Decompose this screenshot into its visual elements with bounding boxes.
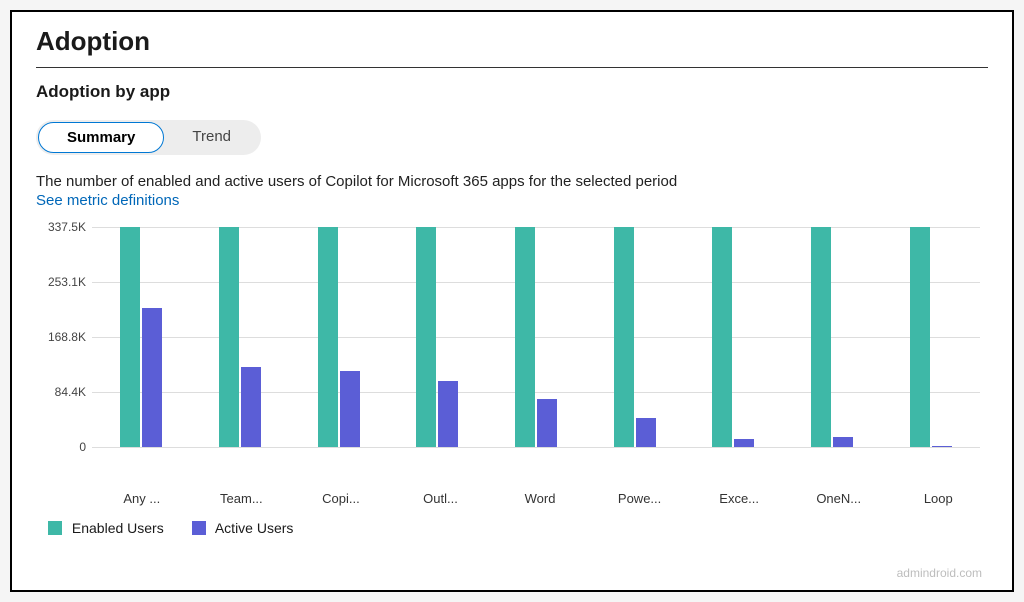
legend-active-label: Active Users bbox=[215, 520, 294, 536]
x-tick-label: Copi... bbox=[291, 483, 391, 506]
watermark: admindroid.com bbox=[897, 566, 982, 580]
bar-enabled bbox=[219, 227, 239, 447]
metric-definitions-link[interactable]: See metric definitions bbox=[36, 192, 988, 209]
y-tick-label: 253.1K bbox=[36, 275, 86, 289]
legend-active: Active Users bbox=[192, 520, 294, 536]
x-tick-label: Exce... bbox=[689, 483, 789, 506]
bars-area bbox=[92, 227, 980, 447]
bar-group bbox=[289, 227, 388, 447]
y-tick-label: 337.5K bbox=[36, 220, 86, 234]
tab-trend[interactable]: Trend bbox=[164, 122, 259, 153]
bar-active bbox=[241, 367, 261, 447]
bar-enabled bbox=[910, 227, 930, 447]
x-tick-label: OneN... bbox=[789, 483, 889, 506]
y-tick-label: 84.4K bbox=[36, 385, 86, 399]
bar-active bbox=[734, 439, 754, 447]
legend-enabled-label: Enabled Users bbox=[72, 520, 164, 536]
bar-group bbox=[388, 227, 487, 447]
bar-group bbox=[881, 227, 980, 447]
x-tick-label: Team... bbox=[192, 483, 292, 506]
y-tick-label: 168.8K bbox=[36, 330, 86, 344]
bar-enabled bbox=[318, 227, 338, 447]
bar-group bbox=[487, 227, 586, 447]
tab-summary[interactable]: Summary bbox=[38, 122, 164, 153]
swatch-enabled-icon bbox=[48, 521, 62, 535]
adoption-chart: 084.4K168.8K253.1K337.5K bbox=[92, 227, 988, 477]
bar-group bbox=[92, 227, 191, 447]
bar-group bbox=[684, 227, 783, 447]
x-tick-label: Powe... bbox=[590, 483, 690, 506]
bar-active bbox=[142, 308, 162, 447]
gridline bbox=[92, 447, 980, 448]
adoption-panel: Adoption Adoption by app Summary Trend T… bbox=[10, 10, 1014, 592]
bar-enabled bbox=[811, 227, 831, 447]
x-axis-labels: Any ...Team...Copi...Outl...WordPowe...E… bbox=[92, 483, 988, 506]
x-tick-label: Loop bbox=[889, 483, 989, 506]
legend-enabled: Enabled Users bbox=[48, 520, 164, 536]
y-tick-label: 0 bbox=[36, 440, 86, 454]
x-tick-label: Outl... bbox=[391, 483, 491, 506]
description-text: The number of enabled and active users o… bbox=[36, 173, 988, 190]
bar-active bbox=[340, 371, 360, 447]
bar-enabled bbox=[120, 227, 140, 447]
section-title: Adoption by app bbox=[36, 82, 988, 102]
view-tabs: Summary Trend bbox=[36, 120, 261, 155]
bar-enabled bbox=[416, 227, 436, 447]
bar-active bbox=[438, 381, 458, 447]
bar-enabled bbox=[614, 227, 634, 447]
bar-group bbox=[585, 227, 684, 447]
bar-active bbox=[636, 418, 656, 447]
legend: Enabled Users Active Users bbox=[48, 520, 988, 536]
swatch-active-icon bbox=[192, 521, 206, 535]
bar-active bbox=[833, 437, 853, 447]
divider bbox=[36, 67, 988, 68]
x-tick-label: Word bbox=[490, 483, 590, 506]
bar-active bbox=[932, 446, 952, 447]
page-title: Adoption bbox=[36, 26, 988, 57]
bar-enabled bbox=[712, 227, 732, 447]
bar-active bbox=[537, 399, 557, 447]
x-tick-label: Any ... bbox=[92, 483, 192, 506]
bar-group bbox=[191, 227, 290, 447]
bar-enabled bbox=[515, 227, 535, 447]
bar-group bbox=[783, 227, 882, 447]
